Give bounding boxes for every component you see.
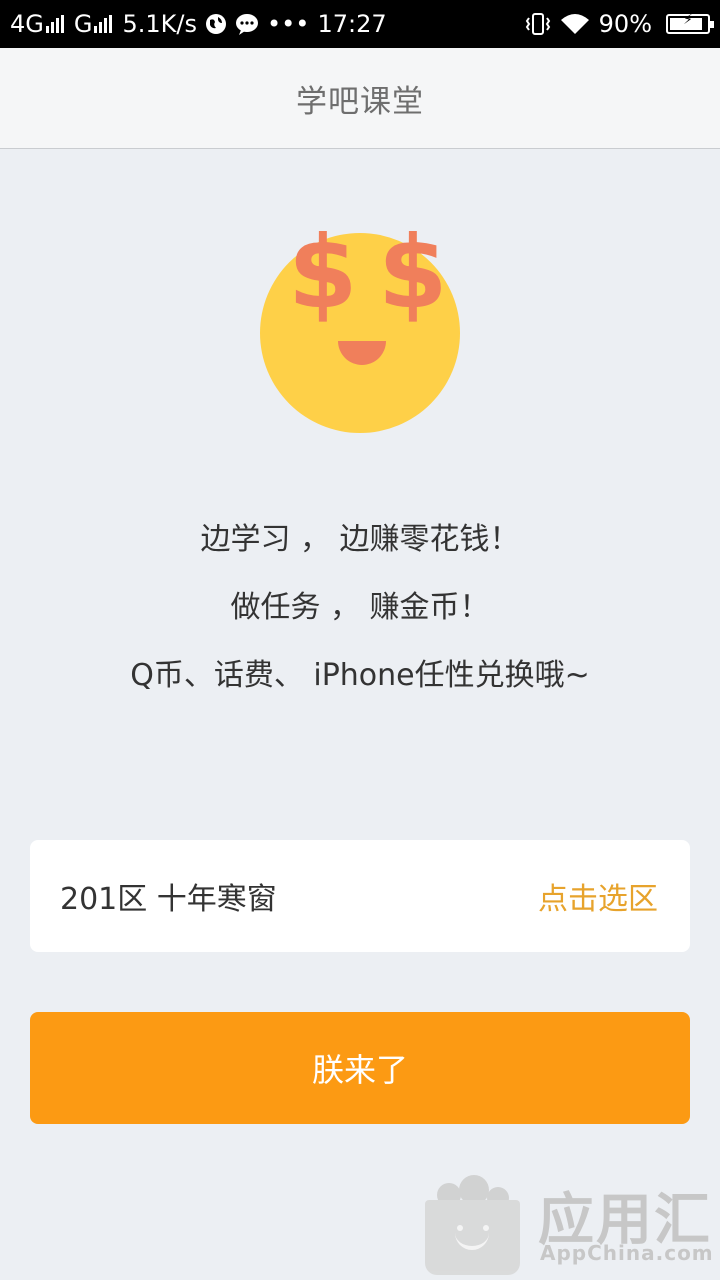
signal-g: G xyxy=(74,10,115,38)
title-bar: 学吧课堂 xyxy=(0,48,720,149)
clock: 17:27 xyxy=(317,10,387,38)
current-server: 201区 十年寒窗 xyxy=(60,882,277,917)
chat-icon xyxy=(235,13,259,35)
appchina-logo-icon xyxy=(425,1175,520,1275)
server-selector[interactable]: 201区 十年寒窗 点击选区 xyxy=(30,840,690,952)
right-eye-dollar: $ xyxy=(378,214,448,331)
network-label-1: 4G xyxy=(10,10,44,38)
watermark-subtitle: AppChina.com xyxy=(540,1241,714,1265)
select-server-link[interactable]: 点击选区 xyxy=(538,874,658,918)
battery-icon: ⚡ xyxy=(666,12,714,34)
battery-percent: 90% xyxy=(598,10,652,38)
promo-line: 边学习 ， 边赚零花钱！ xyxy=(200,522,520,557)
promo-line: 做任务 ， 赚金币！ xyxy=(230,590,490,625)
signal-4g: 4G xyxy=(10,10,66,38)
left-eye-dollar: $ xyxy=(288,214,358,331)
more-notifications: ••• xyxy=(266,10,310,38)
appchina-watermark: 应用汇 AppChina.com xyxy=(420,1155,720,1280)
status-right: 90% ⚡ xyxy=(525,10,714,38)
enter-game-button[interactable]: 朕来了 xyxy=(30,1012,690,1124)
emoji-mouth xyxy=(338,341,386,365)
status-bar: 4G G 5.1K/s ••• 17:27 90% ⚡ xyxy=(0,0,720,48)
money-eyes-emoji-icon: $ $ xyxy=(260,223,460,433)
vibrate-icon xyxy=(525,13,551,35)
status-left: 4G G 5.1K/s ••• 17:27 xyxy=(10,10,395,38)
signal-bars-icon xyxy=(94,15,114,33)
signal-bars-icon xyxy=(45,15,66,33)
charging-bolt-icon: ⚡ xyxy=(683,12,693,28)
network-speed: 5.1K/s xyxy=(122,10,197,38)
network-label-2: G xyxy=(73,10,93,38)
page-title: 学吧课堂 xyxy=(296,83,424,120)
promo-text: 边学习 ， 边赚零花钱！ 做任务 ， 赚金币！ Q币、话费、 iPhone任性兑… xyxy=(0,515,720,719)
globe-icon xyxy=(205,13,227,35)
promo-line: Q币、话费、 iPhone任性兑换哦~ xyxy=(130,658,590,693)
wifi-icon xyxy=(559,12,591,36)
